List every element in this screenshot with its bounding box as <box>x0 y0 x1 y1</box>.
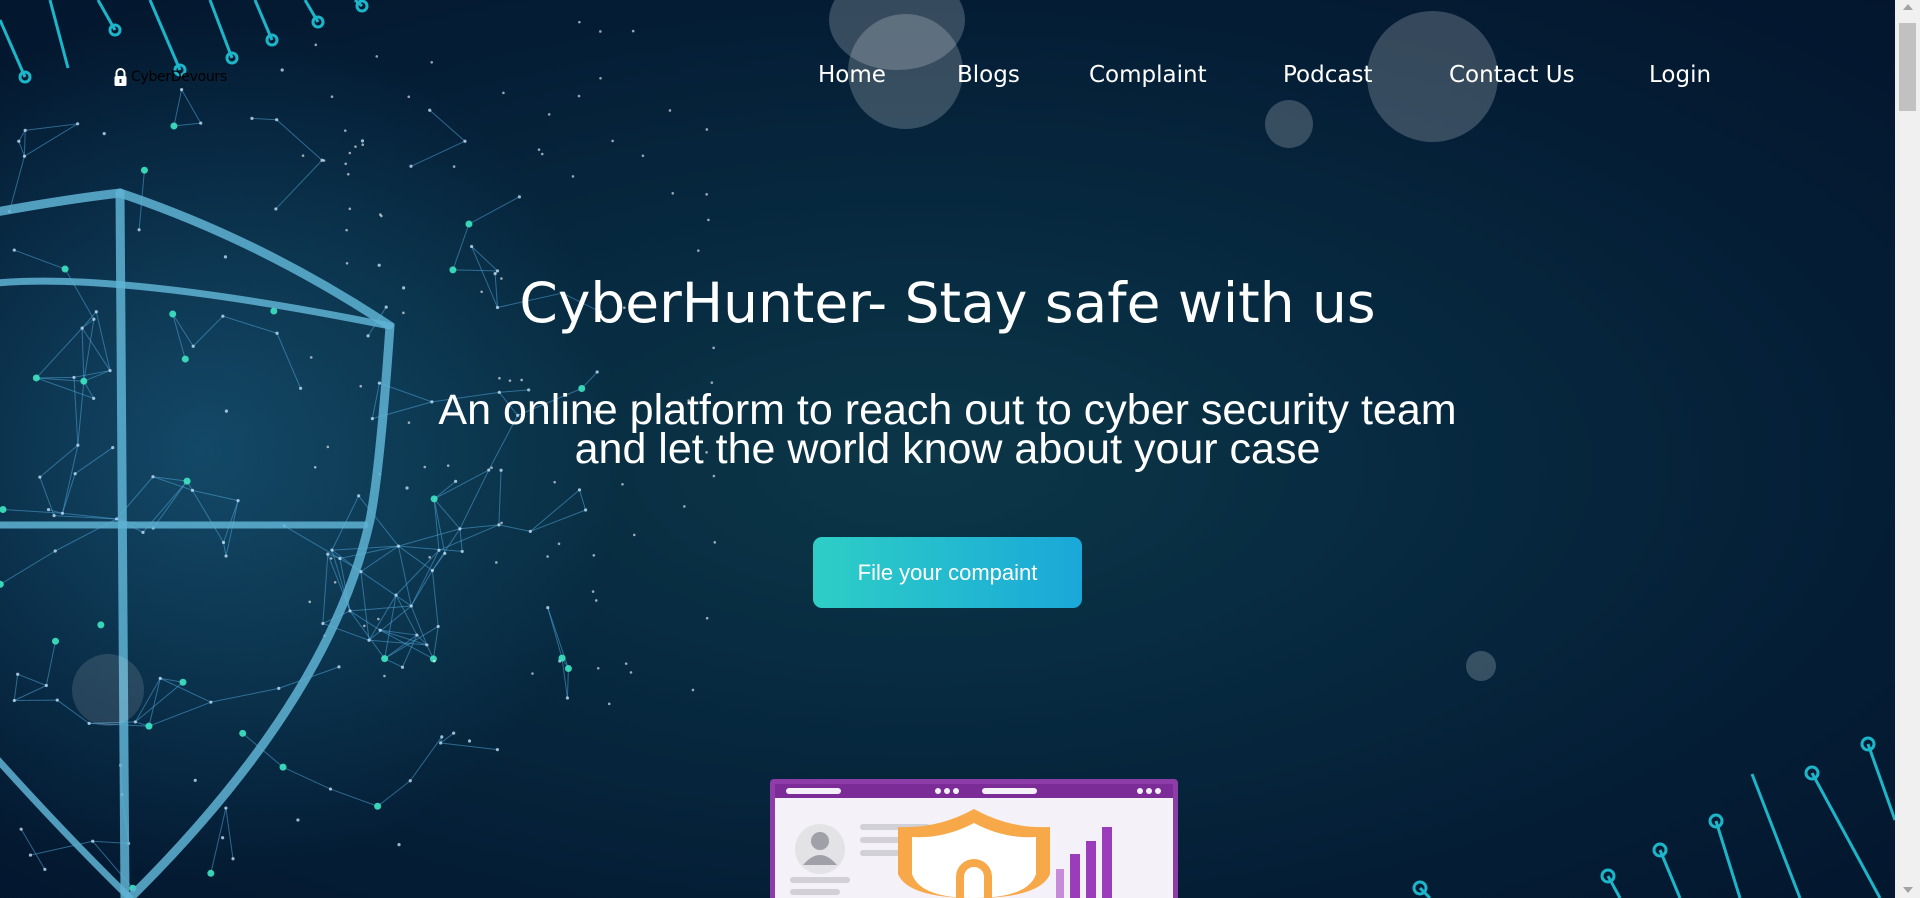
nav-home-link[interactable]: Home <box>818 56 886 94</box>
file-complaint-button[interactable]: File your compaint <box>813 537 1082 608</box>
hero-subtitle-line-2: and let the world know about your case <box>574 425 1321 473</box>
nav-login-link[interactable]: Login <box>1649 56 1711 94</box>
decorative-bubble <box>72 654 144 726</box>
decorative-bubble <box>1466 651 1496 681</box>
scroll-up-arrow-icon[interactable] <box>1903 4 1913 10</box>
nav-complaint-link[interactable]: Complaint <box>1089 56 1207 94</box>
scrollbar-thumb[interactable] <box>1899 23 1916 111</box>
hero-subtitle: An online platform to reach out to cyber… <box>0 389 1895 473</box>
nav-podcast-link[interactable]: Podcast <box>1283 56 1372 94</box>
scroll-down-arrow-icon[interactable] <box>1903 887 1913 893</box>
hero-title: CyberHunter- Stay safe with us <box>519 271 1376 335</box>
landing-page: CyberDevours Home Blogs Complaint Podcas… <box>0 0 1920 898</box>
nav-contact-us-link[interactable]: Contact Us <box>1449 56 1575 94</box>
nav-blogs-link[interactable]: Blogs <box>957 56 1020 94</box>
main-nav: Home Blogs Complaint Podcast Contact Us … <box>0 56 1895 94</box>
decorative-bubble <box>1265 100 1313 148</box>
vertical-scrollbar[interactable] <box>1895 0 1920 898</box>
security-dashboard-illustration <box>770 779 1178 898</box>
